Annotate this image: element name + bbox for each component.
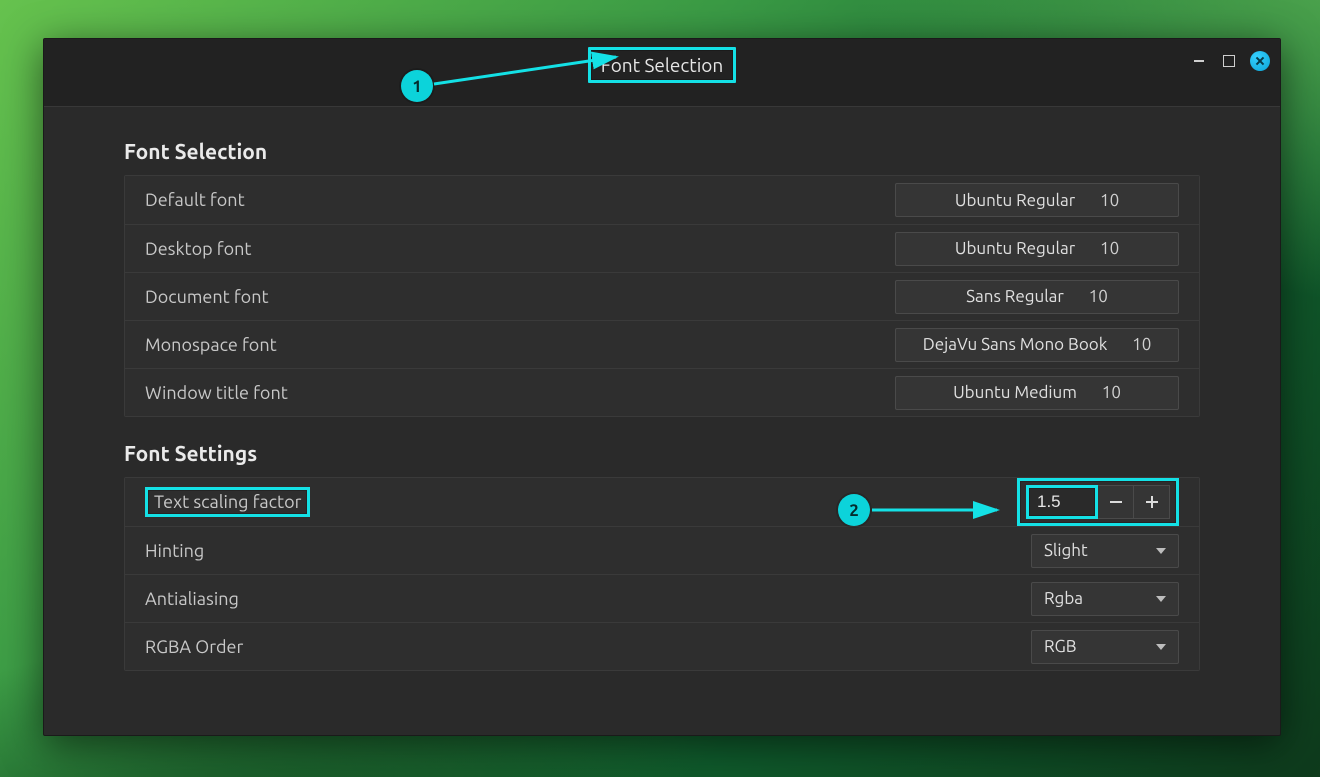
text-scaling-decrement[interactable] [1098, 485, 1134, 519]
dropdown-value: RGB [1044, 637, 1077, 656]
dropdown-value: Rgba [1044, 589, 1083, 608]
section-font-selection: Default font Ubuntu Regular 10 Desktop f… [124, 175, 1200, 417]
font-size: 10 [1082, 287, 1108, 306]
text-scaling-label: Text scaling factor [145, 487, 310, 517]
row-text-scaling: Text scaling factor [125, 478, 1199, 526]
antialiasing-dropdown[interactable]: Rgba [1031, 582, 1179, 616]
minimize-button[interactable] [1190, 52, 1208, 70]
font-name: Ubuntu Medium [953, 383, 1077, 402]
dropdown-value: Slight [1044, 541, 1088, 560]
row-default-font: Default font Ubuntu Regular 10 [125, 176, 1199, 224]
chevron-down-icon [1156, 548, 1166, 554]
font-size: 10 [1093, 191, 1119, 210]
font-name: DejaVu Sans Mono Book [923, 335, 1108, 354]
row-monospace-font: Monospace font DejaVu Sans Mono Book 10 [125, 320, 1199, 368]
row-label: Text scaling factor [145, 487, 1017, 517]
desktop-font-button[interactable]: Ubuntu Regular 10 [895, 232, 1179, 266]
titlebar: Font Selection [44, 39, 1280, 107]
minus-icon [1110, 501, 1122, 503]
row-rgba-order: RGBA Order RGB [125, 622, 1199, 670]
close-button[interactable] [1250, 51, 1270, 71]
row-label: Antialiasing [145, 589, 1031, 609]
text-scaling-spinner [1026, 485, 1170, 519]
section-font-settings: Text scaling factor Hinting Slight [124, 477, 1200, 671]
plus-icon [1146, 496, 1158, 508]
monospace-font-button[interactable]: DejaVu Sans Mono Book 10 [895, 328, 1179, 362]
font-size: 10 [1125, 335, 1151, 354]
chevron-down-icon [1156, 644, 1166, 650]
row-label: Window title font [145, 383, 895, 403]
row-desktop-font: Desktop font Ubuntu Regular 10 [125, 224, 1199, 272]
font-name: Ubuntu Regular [955, 191, 1075, 210]
text-scaling-input[interactable] [1026, 485, 1098, 519]
row-antialiasing: Antialiasing Rgba [125, 574, 1199, 622]
section-header-font-selection: Font Selection [124, 139, 1200, 163]
maximize-button[interactable] [1220, 52, 1238, 70]
row-label: Document font [145, 287, 895, 307]
row-label: Desktop font [145, 239, 895, 259]
font-size: 10 [1095, 383, 1121, 402]
row-hinting: Hinting Slight [125, 526, 1199, 574]
chevron-down-icon [1156, 596, 1166, 602]
row-window-title-font: Window title font Ubuntu Medium 10 [125, 368, 1199, 416]
font-name: Sans Regular [966, 287, 1064, 306]
font-size: 10 [1093, 239, 1119, 258]
row-label: Default font [145, 190, 895, 210]
callout-badge-1: 1 [401, 70, 433, 102]
row-label: Hinting [145, 541, 1031, 561]
window-title: Font Selection [588, 47, 737, 83]
hinting-dropdown[interactable]: Slight [1031, 534, 1179, 568]
section-header-font-settings: Font Settings [124, 441, 1200, 465]
text-scaling-increment[interactable] [1134, 485, 1170, 519]
window-title-font-button[interactable]: Ubuntu Medium 10 [895, 376, 1179, 410]
text-scaling-group-highlight [1017, 478, 1179, 526]
callout-badge-2: 2 [838, 494, 870, 526]
document-font-button[interactable]: Sans Regular 10 [895, 280, 1179, 314]
row-document-font: Document font Sans Regular 10 [125, 272, 1199, 320]
row-label: RGBA Order [145, 637, 1031, 657]
fonts-window: Font Selection Font Selection Default fo… [43, 38, 1281, 736]
rgba-order-dropdown[interactable]: RGB [1031, 630, 1179, 664]
default-font-button[interactable]: Ubuntu Regular 10 [895, 183, 1179, 217]
font-name: Ubuntu Regular [955, 239, 1075, 258]
content-area: Font Selection Default font Ubuntu Regul… [44, 107, 1280, 735]
row-label: Monospace font [145, 335, 895, 355]
window-controls [1190, 51, 1270, 71]
